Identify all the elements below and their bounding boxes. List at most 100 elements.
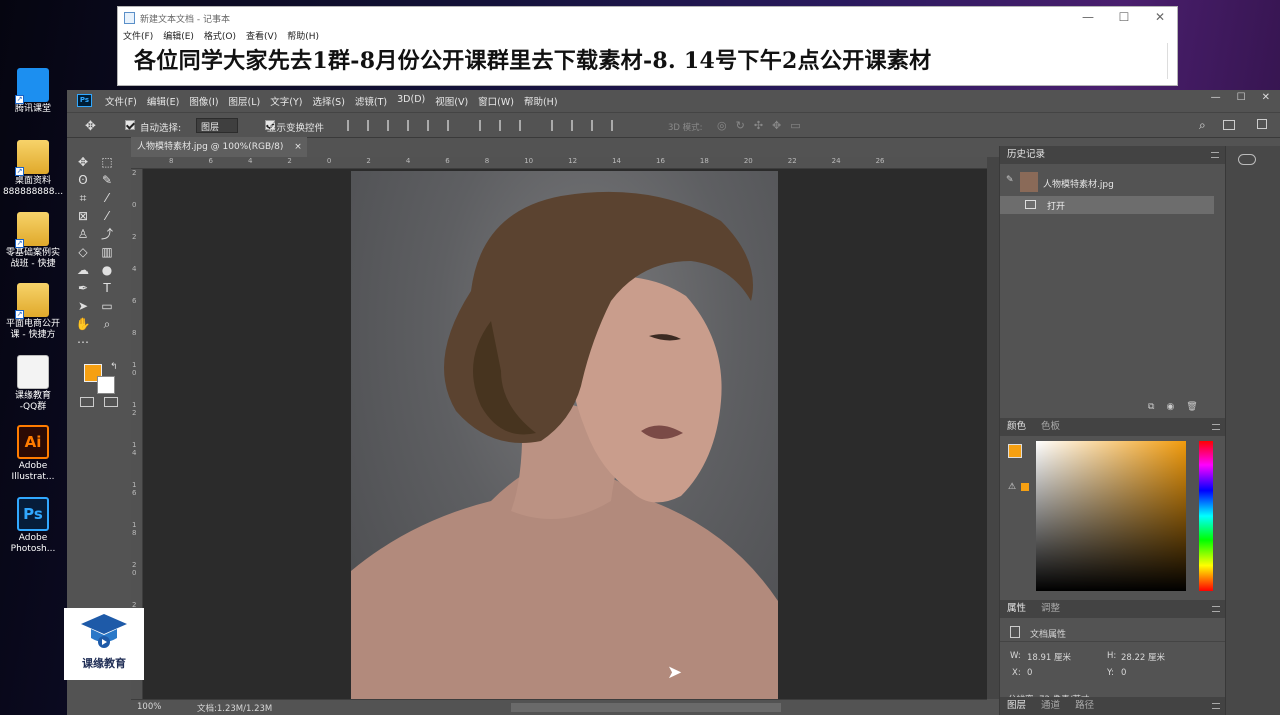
- workspace-icon[interactable]: [1223, 120, 1235, 130]
- minimize-button[interactable]: —: [1211, 92, 1221, 103]
- vertical-scrollbar[interactable]: [987, 157, 999, 699]
- tab-paths[interactable]: 路径: [1075, 700, 1094, 711]
- properties-panel-header[interactable]: 属性 调整: [1000, 600, 1226, 618]
- height-value[interactable]: 28.22 厘米: [1121, 651, 1165, 663]
- move-tool-icon[interactable]: ✥: [74, 154, 92, 170]
- align-vcenter-icon[interactable]: [427, 120, 438, 131]
- close-tab-icon[interactable]: ×: [294, 142, 302, 152]
- align-left-icon[interactable]: [347, 120, 358, 131]
- tab-adjustments[interactable]: 调整: [1041, 603, 1060, 614]
- frame-tool-icon[interactable]: ⊠: [74, 208, 92, 224]
- distribute-hcenter-icon[interactable]: [571, 120, 582, 131]
- search-icon[interactable]: ⌕: [1199, 118, 1206, 133]
- eyedropper-tool-icon[interactable]: ⁄: [98, 190, 116, 206]
- horizontal-scrollbar[interactable]: [511, 703, 781, 712]
- maximize-button[interactable]: ☐: [1114, 10, 1134, 24]
- desktop-icon-desktop-files[interactable]: ↗ 桌面资料 888888888...: [1, 140, 65, 198]
- y-value[interactable]: 0: [1121, 668, 1126, 678]
- distribute-vcenter-icon[interactable]: [499, 120, 510, 131]
- history-step[interactable]: 打开: [1000, 196, 1214, 214]
- tab-color[interactable]: 颜色: [1007, 421, 1026, 432]
- distribute-bottom-icon[interactable]: [519, 120, 530, 131]
- 3d-mode-icons[interactable]: ◎↻✣✥▭: [717, 119, 810, 132]
- ps-menu-view[interactable]: 视图(V): [435, 94, 468, 108]
- notepad-scrollbar[interactable]: [1167, 43, 1175, 79]
- distribute-right-icon[interactable]: [591, 120, 602, 131]
- ps-menu-window[interactable]: 窗口(W): [478, 94, 514, 108]
- panel-menu-icon[interactable]: [1212, 703, 1220, 709]
- photoshop-window[interactable]: Ps 文件(F) 编辑(E) 图像(I) 图层(L) 文字(Y) 选择(S) 滤…: [67, 90, 1280, 715]
- hue-slider[interactable]: [1199, 441, 1213, 591]
- more-tools-icon[interactable]: ⋯: [74, 334, 92, 350]
- auto-align-icon[interactable]: [611, 120, 622, 131]
- menu-help[interactable]: 帮助(H): [287, 29, 319, 42]
- marquee-tool-icon[interactable]: ⬚: [98, 154, 116, 170]
- gradient-tool-icon[interactable]: ▥: [98, 244, 116, 260]
- tab-channels[interactable]: 通道: [1041, 700, 1060, 711]
- hand-tool-icon[interactable]: ✋: [74, 316, 92, 332]
- camera-icon[interactable]: ◉: [1166, 402, 1174, 412]
- dodge-tool-icon[interactable]: ●: [98, 262, 116, 278]
- ps-menu-image[interactable]: 图像(I): [189, 94, 218, 108]
- blur-tool-icon[interactable]: ☁: [74, 262, 92, 278]
- shape-tool-icon[interactable]: ▭: [98, 298, 116, 314]
- layers-panel-header[interactable]: 图层 通道 路径: [1000, 697, 1226, 715]
- document-tab[interactable]: 人物模特素材.jpg @ 100%(RGB/8) ×: [131, 137, 307, 157]
- quick-mask-icon[interactable]: [80, 397, 94, 407]
- foreground-color-chip[interactable]: [1008, 444, 1022, 458]
- ps-menu-select[interactable]: 选择(S): [312, 94, 344, 108]
- share-icon[interactable]: [1257, 119, 1267, 129]
- ps-menu-help[interactable]: 帮助(H): [524, 94, 558, 108]
- desktop-icon-qq-group[interactable]: 课缘教育 -QQ群: [1, 355, 65, 413]
- ps-menu-type[interactable]: 文字(Y): [270, 94, 302, 108]
- color-panel-header[interactable]: 颜色 色板: [1000, 418, 1226, 436]
- ps-menu-3d[interactable]: 3D(D): [397, 94, 425, 108]
- menu-view[interactable]: 查看(V): [246, 29, 277, 42]
- history-brush-tool-icon[interactable]: ⤴: [98, 226, 116, 242]
- ps-menu-filter[interactable]: 滤镜(T): [355, 94, 387, 108]
- eraser-tool-icon[interactable]: ◇: [74, 244, 92, 260]
- trash-icon[interactable]: 🗑: [1186, 402, 1197, 412]
- auto-select-checkbox[interactable]: [125, 120, 135, 130]
- stamp-tool-icon[interactable]: ♙: [74, 226, 92, 242]
- crop-tool-icon[interactable]: ⌗: [74, 190, 92, 206]
- type-tool-icon[interactable]: T: [98, 280, 116, 296]
- desktop-icon-ecommerce-class[interactable]: ↗ 平面电商公开 课 - 快捷方: [1, 283, 65, 341]
- width-value[interactable]: 18.91 厘米: [1027, 651, 1071, 663]
- color-picker-field[interactable]: [1036, 441, 1186, 591]
- screen-mode-icon[interactable]: [104, 397, 118, 407]
- move-tool-icon[interactable]: ✥: [85, 119, 96, 134]
- align-bottom-icon[interactable]: [447, 120, 458, 131]
- close-button[interactable]: ✕: [1262, 92, 1270, 103]
- panel-menu-icon[interactable]: [1211, 152, 1219, 158]
- pen-tool-icon[interactable]: ✒: [74, 280, 92, 296]
- desktop-icon-tencent-classroom[interactable]: ↗ 腾讯课堂: [1, 68, 65, 115]
- new-document-icon[interactable]: ⧉: [1148, 402, 1154, 412]
- menu-file[interactable]: 文件(F): [123, 29, 153, 42]
- minimize-button[interactable]: —: [1078, 10, 1098, 24]
- ps-menu-file[interactable]: 文件(F): [105, 94, 137, 108]
- portrait-photo[interactable]: [351, 171, 778, 699]
- swap-colors-icon[interactable]: ↰: [110, 362, 118, 372]
- close-button[interactable]: ✕: [1150, 10, 1170, 24]
- libraries-icon[interactable]: [1238, 154, 1256, 165]
- x-value[interactable]: 0: [1027, 668, 1032, 678]
- desktop-icon-illustrator[interactable]: Ai Adobe Illustrat...: [1, 425, 65, 483]
- ps-menu-layer[interactable]: 图层(L): [229, 94, 261, 108]
- auto-select-dropdown[interactable]: 图层: [196, 118, 238, 133]
- align-hcenter-icon[interactable]: [367, 120, 378, 131]
- notepad-text-content[interactable]: 各位同学大家先去1群-8月份公开课群里去下载素材-8. 14号下午2点公开课素材: [134, 43, 931, 75]
- lasso-tool-icon[interactable]: ʘ: [74, 172, 92, 188]
- tab-properties[interactable]: 属性: [1007, 603, 1026, 614]
- brush-tool-icon[interactable]: ⁄: [98, 208, 116, 224]
- menu-edit[interactable]: 编辑(E): [163, 29, 194, 42]
- panel-menu-icon[interactable]: [1212, 606, 1220, 612]
- zoom-level[interactable]: 100%: [137, 702, 161, 712]
- align-right-icon[interactable]: [387, 120, 398, 131]
- history-snapshot[interactable]: ✎ 人物模特素材.jpg: [1000, 170, 1214, 194]
- tab-layers[interactable]: 图层: [1007, 700, 1026, 711]
- ps-menu-edit[interactable]: 编辑(E): [147, 94, 179, 108]
- align-top-icon[interactable]: [407, 120, 418, 131]
- panel-menu-icon[interactable]: [1212, 424, 1220, 430]
- gamut-color-chip[interactable]: [1021, 483, 1029, 491]
